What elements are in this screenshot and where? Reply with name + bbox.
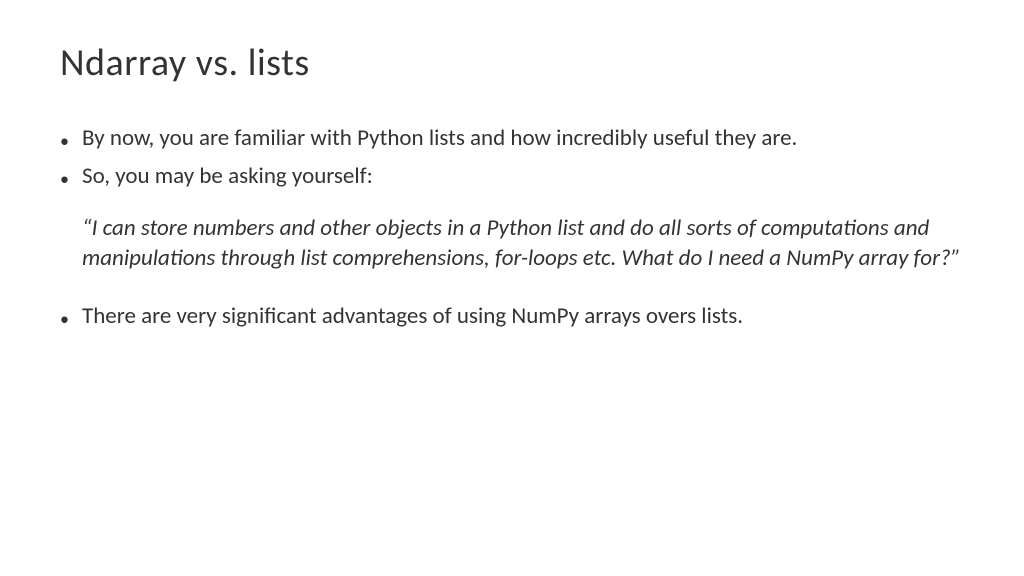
slide-content: By now, you are familiar with Python lis…	[60, 124, 964, 333]
bullet-marker-icon	[60, 162, 82, 194]
bullet-item: There are very significant advantages of…	[60, 302, 964, 334]
bullet-item: By now, you are familiar with Python lis…	[60, 124, 964, 156]
bullet-text: So, you may be asking yourself:	[82, 162, 964, 194]
bullet-text: There are very significant advantages of…	[82, 302, 964, 334]
bullet-text: By now, you are familiar with Python lis…	[82, 124, 964, 156]
bullet-marker-icon	[60, 302, 82, 334]
bullet-item: So, you may be asking yourself:	[60, 162, 964, 194]
bullet-marker-icon	[60, 124, 82, 156]
quote-block: “I can store numbers and other objects i…	[60, 214, 964, 274]
slide-title: Ndarray vs. lists	[60, 40, 964, 86]
